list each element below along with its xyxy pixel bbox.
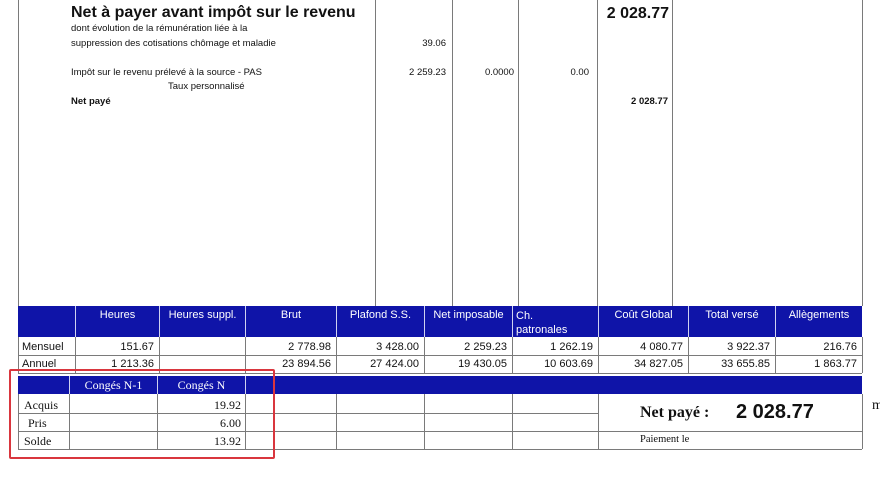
bottom-col <box>862 394 863 449</box>
pas-amount: 0.00 <box>570 67 590 78</box>
header-heures-suppl: Heures suppl. <box>168 309 237 321</box>
mensuel-net-imposable: 2 259.23 <box>464 341 507 353</box>
annuel-cout-global: 34 827.05 <box>634 358 683 370</box>
evolution-label-line1: dont évolution de la rémunération liée à… <box>71 23 248 34</box>
mensuel-allegements: 216.76 <box>823 341 857 353</box>
mensuel-plafond: 3 428.00 <box>376 341 419 353</box>
header-allegements: Allègements <box>788 309 850 321</box>
bottom-col <box>598 394 599 449</box>
row-label-mensuel: Mensuel <box>22 341 64 353</box>
evolution-label-line2: suppression des cotisations chômage et m… <box>71 38 276 49</box>
summary-row-line <box>18 355 862 356</box>
header-ch-patronales: Ch. patronales <box>516 310 568 336</box>
upper-col-4 <box>597 0 598 306</box>
header-total-verse: Total versé <box>705 309 759 321</box>
annuel-plafond: 27 424.00 <box>370 358 419 370</box>
bottom-col <box>424 394 425 449</box>
upper-col-2 <box>452 0 453 306</box>
net-paye-box-label: Net payé : <box>640 404 710 421</box>
bottom-col <box>512 394 513 449</box>
net-paye-label: Net payé <box>71 96 111 107</box>
net-paye-amount: 2 028.77 <box>631 96 668 107</box>
pas-base: 2 259.23 <box>409 67 446 78</box>
net-box-line <box>598 431 862 432</box>
paiement-label: Paiement le <box>640 434 690 445</box>
header-cout-global: Coût Global <box>614 309 673 321</box>
annuel-allegements: 1 863.77 <box>814 358 857 370</box>
annuel-total-verse: 33 655.85 <box>721 358 770 370</box>
annuel-ch-patronales: 10 603.69 <box>544 358 593 370</box>
mensuel-cout-global: 4 080.77 <box>640 341 683 353</box>
mensuel-ch-patronales: 1 262.19 <box>550 341 593 353</box>
net-paye-box-amount: 2 028.77 <box>736 401 814 423</box>
header-heures: Heures <box>99 309 136 321</box>
pas-rate: 0.0000 <box>484 67 514 78</box>
header-brut: Brut <box>280 309 302 321</box>
header-net-imposable: Net imposable <box>433 309 504 321</box>
mensuel-heures: 151.67 <box>120 341 154 353</box>
net-avant-impot-title: Net à payer avant impôt sur le revenu <box>71 4 356 21</box>
upper-border-right <box>862 0 863 306</box>
net-avant-impot-amount: 2 028.77 <box>606 5 669 22</box>
upper-col-3 <box>518 0 519 306</box>
upper-col-5 <box>672 0 673 306</box>
bottom-col <box>336 394 337 449</box>
header-plafond: Plafond S.S. <box>349 309 412 321</box>
evolution-amount: 39.06 <box>422 38 446 49</box>
mensuel-brut: 2 778.98 <box>288 341 331 353</box>
conges-highlight-box <box>9 369 275 459</box>
pas-label: Impôt sur le revenu prélevé à la source … <box>71 67 262 78</box>
pas-sub-label: Taux personnalisé <box>168 81 245 92</box>
net-paye-cut-char: m <box>872 398 880 413</box>
summary-body-col <box>862 337 863 373</box>
upper-border-left <box>18 0 19 306</box>
summary-body-col <box>159 337 160 373</box>
mensuel-total-verse: 3 922.37 <box>727 341 770 353</box>
annuel-net-imposable: 19 430.05 <box>458 358 507 370</box>
summary-body-col <box>18 337 19 373</box>
summary-header-sep <box>512 306 513 337</box>
